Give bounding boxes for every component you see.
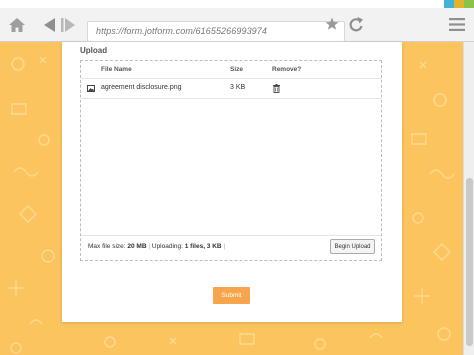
browser-toolbar: https://form.jotform.com/61655266993974 — [0, 8, 474, 42]
address-bar[interactable]: https://form.jotform.com/61655266993974 — [87, 21, 345, 42]
uploading-value: 1 files, 3 KB — [184, 243, 222, 250]
file-row: agreement disclosure.png 3 KB — [81, 80, 381, 98]
file-size: 3 KB — [230, 84, 246, 91]
menu-icon[interactable] — [449, 18, 465, 31]
max-size-value: 20 MB — [127, 243, 147, 250]
file-name: agreement disclosure.png — [101, 84, 182, 91]
upload-status: Max file size: 20 MB | Uploading: 1 file… — [88, 243, 226, 250]
begin-upload-button[interactable]: Begin Upload — [330, 239, 375, 254]
upload-dropzone[interactable]: File Name Size Remove? agreement disclos… — [80, 60, 382, 261]
scrollbar-thumb[interactable] — [466, 178, 473, 346]
url-text: https://form.jotform.com/61655266993974 — [96, 26, 267, 36]
back-arrow-icon[interactable] — [42, 17, 56, 33]
window-control-green[interactable] — [464, 0, 474, 8]
column-header-remove: Remove? — [272, 66, 302, 73]
column-header-size: Size — [230, 66, 244, 73]
row-divider — [81, 98, 381, 99]
image-file-icon — [87, 85, 95, 92]
form-card: Upload File Name Size Remove? agreement … — [62, 42, 402, 322]
window-control-yellow[interactable] — [454, 0, 464, 8]
reload-icon[interactable] — [348, 16, 364, 33]
max-size-label: Max file size: — [88, 243, 126, 250]
header-divider — [81, 78, 381, 79]
bookmark-star-icon[interactable] — [325, 17, 339, 31]
forward-arrow-icon[interactable] — [61, 17, 75, 33]
submit-button[interactable]: Submit — [213, 287, 250, 304]
trash-icon[interactable] — [273, 84, 280, 93]
upload-section-label: Upload — [80, 46, 108, 55]
window-control-blue[interactable] — [444, 0, 454, 8]
column-header-file-name: File Name — [101, 66, 132, 73]
footer-divider — [81, 235, 381, 236]
window-controls — [444, 0, 474, 8]
page-scrollbar[interactable] — [463, 42, 474, 355]
home-icon[interactable] — [8, 17, 26, 33]
uploading-label: Uploading: — [151, 243, 183, 250]
